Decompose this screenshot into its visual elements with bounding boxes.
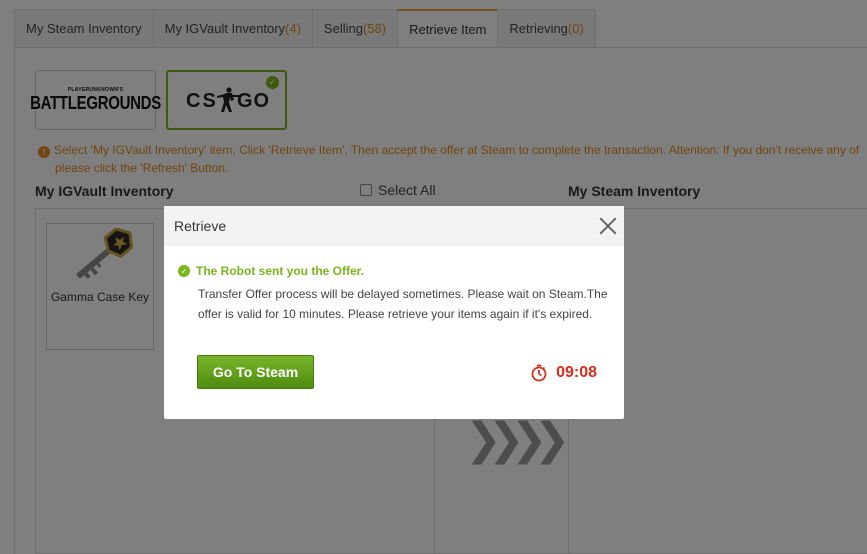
go-to-steam-button[interactable]: Go To Steam: [197, 355, 314, 389]
dialog-title: Retrieve: [174, 218, 227, 234]
dialog-header: Retrieve: [164, 206, 624, 246]
success-message: ✓ The Robot sent you the Offer.: [178, 264, 364, 278]
success-text: The Robot sent you the Offer.: [196, 264, 365, 278]
success-check-icon: ✓: [178, 265, 190, 277]
timer-value: 09:08: [556, 364, 597, 381]
retrieve-dialog: Retrieve ✓ The Robot sent you the Offer.…: [164, 206, 624, 419]
stopwatch-icon: [531, 364, 547, 382]
close-icon[interactable]: [598, 216, 618, 236]
page: My Steam Inventory My IGVault Inventory(…: [0, 0, 867, 554]
dialog-description: Transfer Offer process will be delayed s…: [198, 287, 608, 321]
offer-timer: 09:08: [530, 364, 597, 382]
